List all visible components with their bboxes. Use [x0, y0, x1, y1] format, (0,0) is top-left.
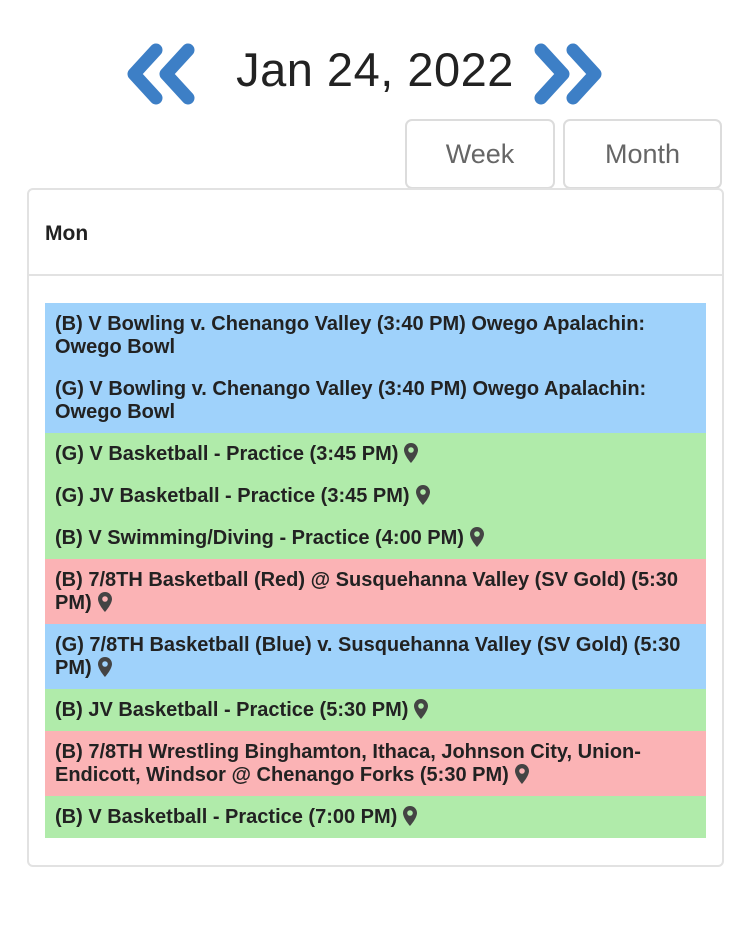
next-day-button[interactable] [527, 42, 607, 106]
calendar-event[interactable]: (B) V Bowling v. Chenango Valley (3:40 P… [45, 303, 706, 368]
day-calendar: Mon (B) V Bowling v. Chenango Valley (3:… [27, 188, 724, 867]
calendar-event[interactable]: (B) 7/8TH Wrestling Binghamton, Ithaca, … [45, 731, 706, 796]
event-content: (G) V Bowling v. Chenango Valley (3:40 P… [55, 378, 696, 424]
map-pin-icon[interactable] [403, 805, 418, 826]
day-column-header: Mon [29, 190, 722, 276]
event-content: (B) 7/8TH Wrestling Binghamton, Ithaca, … [55, 741, 696, 787]
calendar-event[interactable]: (B) 7/8TH Basketball (Red) @ Susquehanna… [45, 559, 706, 624]
map-pin-icon[interactable] [415, 484, 430, 505]
calendar-event[interactable]: (B) JV Basketball - Practice (5:30 PM) [45, 689, 706, 731]
map-pin-icon[interactable] [97, 591, 112, 612]
month-view-button[interactable]: Month [563, 119, 722, 189]
event-content: (B) V Bowling v. Chenango Valley (3:40 P… [55, 313, 696, 359]
map-pin-icon[interactable] [97, 656, 112, 677]
map-pin-icon[interactable] [414, 698, 429, 719]
event-title: (B) V Bowling v. Chenango Valley (3:40 P… [55, 312, 646, 358]
event-content: (B) 7/8TH Basketball (Red) @ Susquehanna… [55, 569, 696, 615]
calendar-event[interactable]: (G) JV Basketball - Practice (3:45 PM) [45, 475, 706, 517]
event-content: (B) V Basketball - Practice (7:00 PM) [55, 805, 696, 829]
current-date-title: Jan 24, 2022 [236, 43, 514, 96]
calendar-event[interactable]: (G) V Bowling v. Chenango Valley (3:40 P… [45, 368, 706, 433]
week-view-button[interactable]: Week [405, 119, 555, 189]
event-title: (B) 7/8TH Basketball (Red) @ Susquehanna… [55, 568, 678, 614]
event-title: (B) V Basketball - Practice (7:00 PM) [55, 805, 398, 828]
double-chevron-left-icon [127, 43, 195, 105]
event-title: (G) V Bowling v. Chenango Valley (3:40 P… [55, 377, 647, 423]
double-chevron-right-icon [534, 43, 602, 105]
calendar-event[interactable]: (G) V Basketball - Practice (3:45 PM) [45, 433, 706, 475]
event-title: (G) JV Basketball - Practice (3:45 PM) [55, 484, 410, 507]
event-content: (G) V Basketball - Practice (3:45 PM) [55, 442, 696, 466]
calendar-event[interactable]: (G) 7/8TH Basketball (Blue) v. Susquehan… [45, 624, 706, 689]
calendar-event[interactable]: (B) V Basketball - Practice (7:00 PM) [45, 796, 706, 838]
calendar-event[interactable]: (B) V Swimming/Diving - Practice (4:00 P… [45, 517, 706, 559]
map-pin-icon[interactable] [469, 526, 484, 547]
event-content: (G) JV Basketball - Practice (3:45 PM) [55, 484, 696, 508]
event-title: (B) 7/8TH Wrestling Binghamton, Ithaca, … [55, 740, 641, 786]
date-navigation-header: Jan 24, 2022 [0, 34, 750, 106]
event-content: (B) V Swimming/Diving - Practice (4:00 P… [55, 526, 696, 550]
previous-day-button[interactable] [122, 42, 202, 106]
event-title: (B) JV Basketball - Practice (5:30 PM) [55, 698, 409, 721]
event-title: (G) 7/8TH Basketball (Blue) v. Susquehan… [55, 633, 681, 679]
event-title: (G) V Basketball - Practice (3:45 PM) [55, 442, 399, 465]
map-pin-icon[interactable] [514, 763, 529, 784]
event-list: (B) V Bowling v. Chenango Valley (3:40 P… [45, 303, 706, 838]
event-content: (B) JV Basketball - Practice (5:30 PM) [55, 698, 696, 722]
event-title: (B) V Swimming/Diving - Practice (4:00 P… [55, 526, 464, 549]
event-content: (G) 7/8TH Basketball (Blue) v. Susquehan… [55, 634, 696, 680]
map-pin-icon[interactable] [404, 442, 419, 463]
